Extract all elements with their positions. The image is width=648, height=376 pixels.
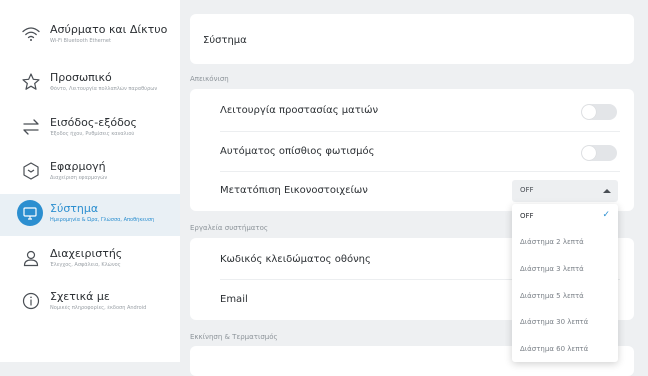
auto-backlight-toggle[interactable] (581, 145, 617, 161)
option-label: Διάστημα 3 λεπτά (520, 265, 584, 273)
option-label: Διάστημα 30 λεπτά (520, 318, 589, 326)
dropdown-option-off[interactable]: OFF ✓ (512, 204, 618, 230)
lock-password-label: Κωδικός κλειδώματος οθόνης (220, 254, 371, 265)
sidebar-item-subtitle: Έλεγχος, Ασφάλεια, Κλώνος (50, 262, 121, 268)
sidebar-item-title: Εφαρμογή (50, 160, 106, 173)
section-label-system-tools: Εργαλεία συστήματος (190, 224, 269, 232)
display-card: Λειτουργία προστασίας ματιών Αυτόματος ο… (190, 89, 634, 211)
sidebar-item-title: Εισόδος-εξόδος (50, 116, 137, 129)
option-label: Διάστημα 5 λεπτά (520, 292, 584, 300)
sidebar-item-about[interactable]: Σχετικά με Νομικές πληροφορίες, έκδοση A… (0, 282, 180, 324)
info-icon (21, 291, 41, 311)
monitor-icon (17, 200, 43, 226)
section-label-display: Απεικόνιση (190, 75, 229, 83)
sidebar-item-title: Ασύρματο και Δίκτυο (50, 23, 168, 36)
eye-protection-row: Λειτουργία προστασίας ματιών (190, 91, 634, 131)
sidebar-item-system[interactable]: Σύστημα Ημερομηνία & Ώρα, Γλώσσα, Αποθήκ… (0, 194, 180, 236)
pixel-shift-value: OFF (520, 186, 534, 194)
sidebar-item-wireless[interactable]: Ασύρματο και Δίκτυο Wi-Fi Bluetooth Ethe… (0, 15, 180, 57)
page-title: Σύστημα (203, 35, 247, 46)
sidebar-item-subtitle: Έξοδος ήχου, Ρυθμίσεις καναλιού (50, 131, 135, 137)
auto-backlight-row: Αυτόματος οπίσθιος φωτισμός (190, 132, 634, 172)
pixel-shift-select[interactable]: OFF (512, 180, 618, 202)
eye-protection-label: Λειτουργία προστασίας ματιών (220, 105, 379, 116)
dropdown-option-60min[interactable]: Διάστημα 60 λεπτά (512, 337, 618, 363)
sidebar-item-title: Προσωπικό (50, 71, 112, 84)
section-label-startup-shutdown: Εκκίνηση & Τερματισμός (190, 333, 278, 341)
dropdown-option-30min[interactable]: Διάστημα 30 λεπτά (512, 310, 618, 336)
sidebar-item-application[interactable]: Εφαρμογή Διαχείριση εφαρμογών (0, 152, 180, 194)
sidebar-item-personal[interactable]: Προσωπικό Φόντο, Λειτουργία πολλαπλών πα… (0, 63, 180, 105)
sidebar-item-title: Διαχειριστής (50, 247, 123, 260)
option-label: OFF (520, 212, 534, 220)
eye-protection-toggle[interactable] (581, 104, 617, 120)
sidebar: Ασύρματο και Δίκτυο Wi-Fi Bluetooth Ethe… (0, 0, 180, 362)
wifi-icon (21, 24, 41, 44)
check-icon: ✓ (602, 210, 610, 220)
dropdown-option-2min[interactable]: Διάστημα 2 λεπτά (512, 230, 618, 256)
sidebar-item-title: Σύστημα (50, 202, 99, 215)
toggle-knob (582, 146, 596, 160)
swap-arrows-icon (21, 117, 41, 137)
user-icon (21, 248, 41, 268)
pixel-shift-label: Μετατόπιση Εικονοστοιχείων (220, 185, 368, 196)
dropdown-option-5min[interactable]: Διάστημα 5 λεπτά (512, 284, 618, 310)
pixel-shift-dropdown: OFF ✓ Διάστημα 2 λεπτά Διάστημα 3 λεπτά … (512, 204, 618, 362)
sidebar-item-subtitle: Ημερομηνία & Ώρα, Γλώσσα, Αποθήκευση (50, 217, 155, 223)
option-label: Διάστημα 2 λεπτά (520, 238, 584, 246)
sidebar-item-administrator[interactable]: Διαχειριστής Έλεγχος, Ασφάλεια, Κλώνος (0, 239, 180, 281)
star-icon (21, 72, 41, 92)
sidebar-item-subtitle: Νομικές πληροφορίες, έκδοση Android (50, 305, 147, 311)
auto-backlight-label: Αυτόματος οπίσθιος φωτισμός (220, 146, 375, 157)
sidebar-item-subtitle: Διαχείριση εφαρμογών (50, 175, 108, 181)
header-card: Σύστημα (190, 14, 634, 64)
email-label: Email (220, 294, 248, 305)
caret-up-icon (603, 189, 611, 193)
sidebar-item-title: Σχετικά με (50, 290, 110, 303)
sidebar-item-subtitle: Wi-Fi Bluetooth Ethernet (50, 38, 111, 44)
dropdown-option-3min[interactable]: Διάστημα 3 λεπτά (512, 257, 618, 283)
sidebar-item-subtitle: Φόντο, Λειτουργία πολλαπλών παραθύρων (50, 86, 158, 92)
option-label: Διάστημα 60 λεπτά (520, 345, 589, 353)
app-icon (21, 161, 41, 181)
toggle-knob (582, 105, 596, 119)
sidebar-item-input-output[interactable]: Εισόδος-εξόδος Έξοδος ήχου, Ρυθμίσεις κα… (0, 108, 180, 150)
